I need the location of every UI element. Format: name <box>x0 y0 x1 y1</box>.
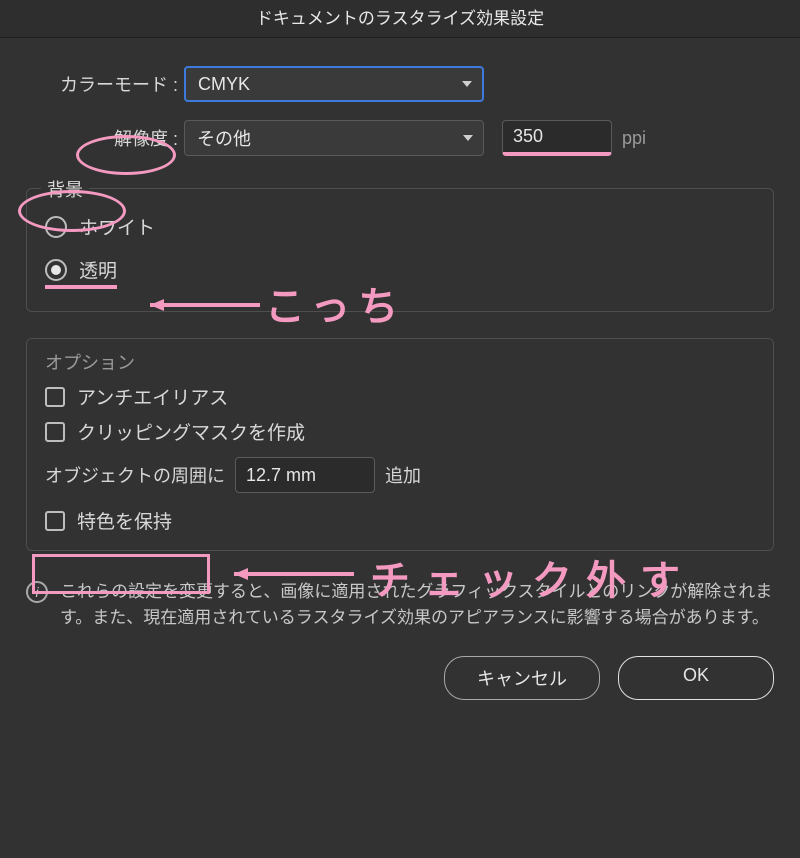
resolution-select-value: その他 <box>197 125 251 151</box>
info-text: これらの設定を変更すると、画像に適用されたグラフィックスタイルとのリンクが解除さ… <box>60 579 774 632</box>
checkbox-preserve-spot[interactable] <box>45 511 65 531</box>
cancel-button[interactable]: キャンセル <box>444 656 600 700</box>
chevron-down-icon <box>462 81 472 87</box>
preserve-spot-label: 特色を保持 <box>77 507 172 534</box>
color-mode-value: CMYK <box>198 74 250 95</box>
radio-transparent[interactable] <box>45 259 67 281</box>
radio-transparent-label: 透明 <box>79 256 117 283</box>
color-mode-select[interactable]: CMYK <box>184 66 484 102</box>
radio-white-label: ホワイト <box>79 213 155 240</box>
antialias-label: アンチエイリアス <box>77 383 228 410</box>
radio-white[interactable] <box>45 216 67 238</box>
resolution-select[interactable]: その他 <box>184 120 484 156</box>
ok-button[interactable]: OK <box>618 656 774 700</box>
offset-prefix: オブジェクトの周囲に <box>45 462 225 488</box>
info-icon: i <box>26 581 48 603</box>
offset-suffix: 追加 <box>385 462 421 488</box>
clipmask-label: クリッピングマスクを作成 <box>77 418 305 445</box>
resolution-label: 解像度 : <box>26 125 184 151</box>
offset-input[interactable] <box>235 457 375 493</box>
options-group: オプション アンチエイリアス クリッピングマスクを作成 オブジェクトの周囲に 追… <box>26 338 774 551</box>
color-mode-label: カラーモード : <box>26 71 184 97</box>
options-title: オプション <box>45 349 755 375</box>
chevron-down-icon <box>463 135 473 141</box>
background-group: 背景 ホワイト 透明 <box>26 188 774 312</box>
resolution-value[interactable] <box>513 126 601 147</box>
info-message: i これらの設定を変更すると、画像に適用されたグラフィックスタイルとのリンクが解… <box>26 579 774 632</box>
resolution-input[interactable] <box>502 120 612 156</box>
checkbox-antialias[interactable] <box>45 387 65 407</box>
checkbox-clipmask[interactable] <box>45 422 65 442</box>
background-legend: 背景 <box>41 176 89 202</box>
offset-value[interactable] <box>246 465 364 486</box>
dialog-title: ドキュメントのラスタライズ効果設定 <box>0 0 800 38</box>
resolution-unit: ppi <box>622 128 646 149</box>
